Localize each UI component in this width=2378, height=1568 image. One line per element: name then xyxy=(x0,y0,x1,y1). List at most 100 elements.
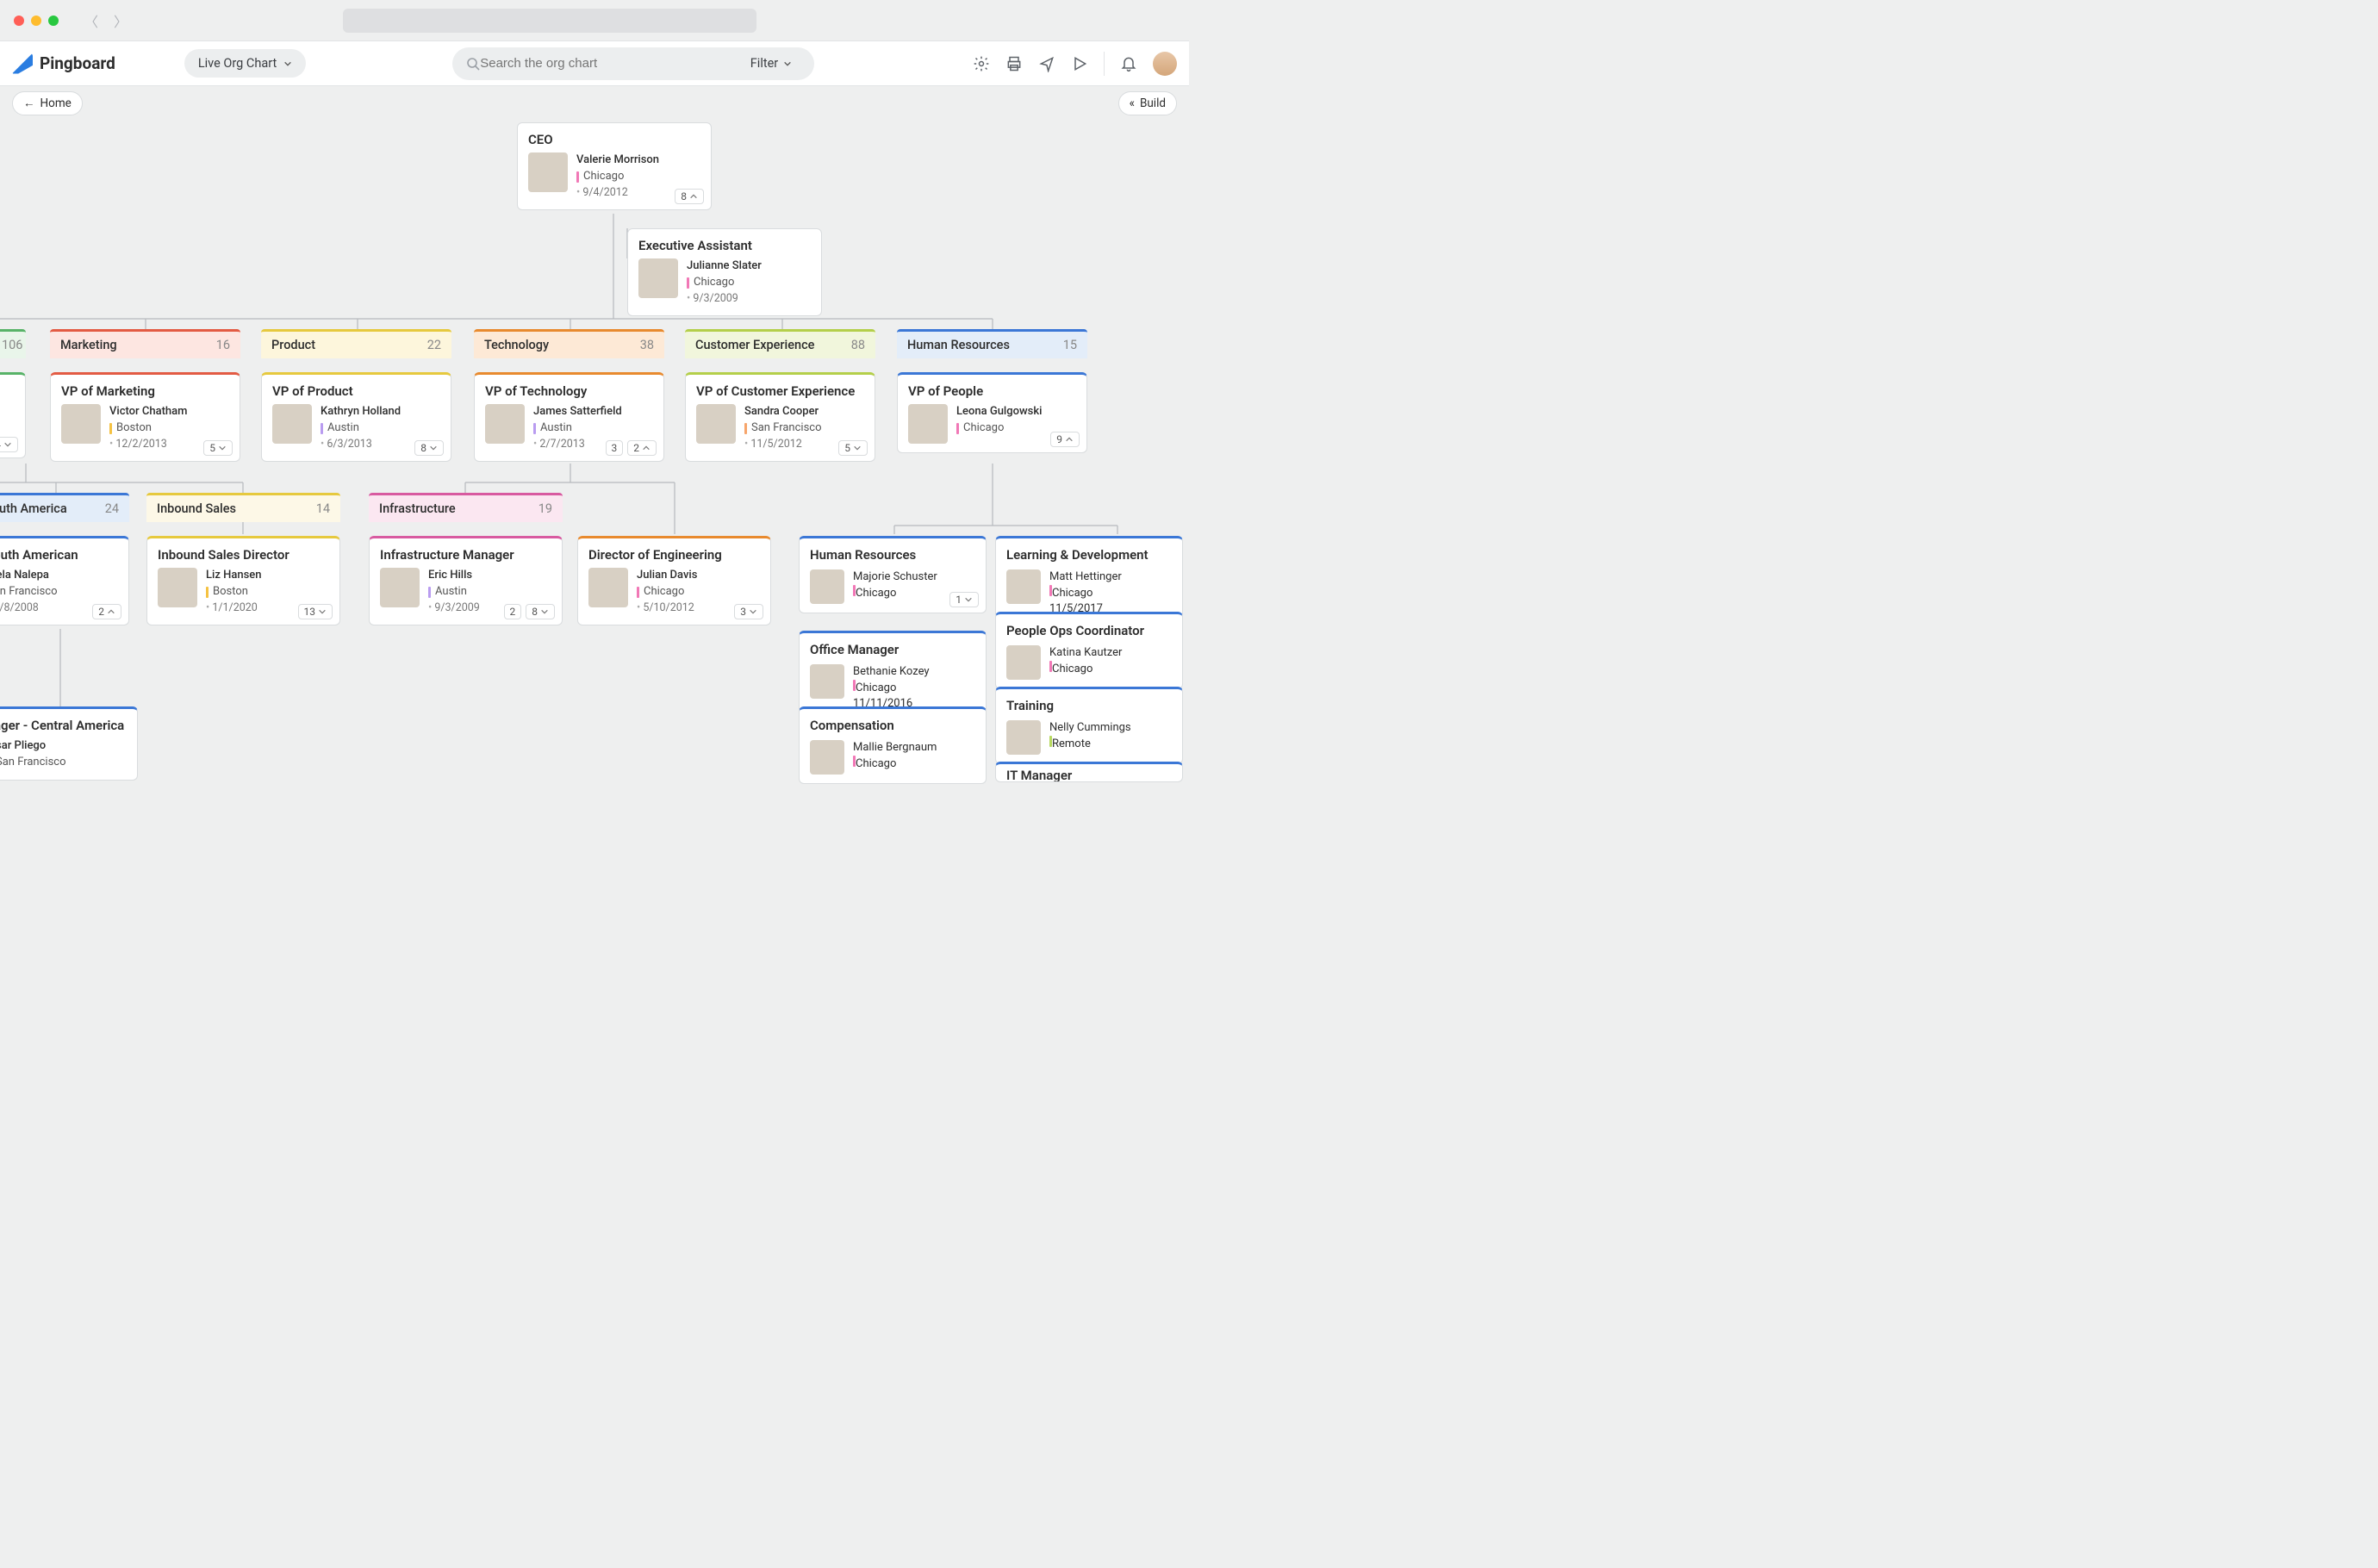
build-button[interactable]: « Build xyxy=(1118,91,1177,115)
person-card-people-ops[interactable]: People Ops Coordinator Katina Kautzer Ch… xyxy=(995,612,1183,689)
person-card-it-manager[interactable]: IT Manager xyxy=(995,762,1183,782)
arrow-left-icon: ← xyxy=(23,96,35,110)
maximize-window-icon[interactable] xyxy=(48,16,59,26)
person-card-compensation[interactable]: Compensation Mallie Bergnaum Chicago xyxy=(799,706,987,784)
person-card-vp-product[interactable]: VP of Product Kathryn Holland Austin 6/3… xyxy=(261,372,451,462)
dept-header-marketing[interactable]: Marketing16 xyxy=(50,329,240,358)
gear-icon[interactable] xyxy=(973,55,990,72)
person-card-infra-manager[interactable]: Infrastructure Manager Eric Hills Austin… xyxy=(369,536,563,625)
avatar xyxy=(810,664,844,699)
direct-reports-count[interactable]: 3 xyxy=(606,440,624,456)
person-card-ea[interactable]: Executive Assistant Julianne Slater Chic… xyxy=(627,228,822,316)
app-toolbar: Pingboard Live Org Chart Filter xyxy=(0,41,1189,86)
close-window-icon[interactable] xyxy=(14,16,24,26)
chevron-down-icon xyxy=(749,607,757,616)
forward-icon[interactable]: 〉 xyxy=(114,10,128,31)
location-indicator-icon xyxy=(533,423,536,434)
reports-toggle[interactable]: 3 xyxy=(734,604,763,619)
minimize-window-icon[interactable] xyxy=(31,16,41,26)
start-date: 9/3/2009 xyxy=(687,291,762,307)
person-card-vp-marketing[interactable]: VP of Marketing Victor Chatham Boston 12… xyxy=(50,372,240,462)
person-card-hr[interactable]: Human Resources Majorie Schuster Chicago… xyxy=(799,536,987,613)
reports-toggle[interactable]: 4 xyxy=(0,437,18,452)
chevron-up-icon xyxy=(642,444,651,452)
chevron-down-icon xyxy=(318,607,327,616)
role-title: CEO xyxy=(528,132,700,147)
start-date: 9/4/2012 xyxy=(576,185,659,201)
avatar xyxy=(61,404,101,444)
chevron-down-icon xyxy=(3,440,12,449)
person-card-vp-technology[interactable]: VP of Technology James Satterfield Austi… xyxy=(474,372,664,462)
location-indicator-icon xyxy=(956,423,959,434)
share-icon[interactable] xyxy=(1038,55,1055,72)
reports-toggle[interactable]: 8 xyxy=(526,604,555,619)
person-card-central-america[interactable]: ager - Central America sar Pliego San Fr… xyxy=(0,706,138,781)
home-button[interactable]: ← Home xyxy=(12,91,83,115)
avatar xyxy=(1006,569,1041,604)
dept-header-partial[interactable]: 106 xyxy=(0,329,26,358)
chevron-down-icon xyxy=(783,59,792,68)
direct-reports-count[interactable]: 2 xyxy=(504,604,522,619)
location-indicator-icon xyxy=(428,587,431,598)
person-card-vp-people[interactable]: VP of People Leona Gulgowski Chicago 9 xyxy=(897,372,1087,453)
avatar xyxy=(380,568,420,607)
reports-toggle[interactable]: 5 xyxy=(838,440,868,456)
person-card-vp-cx[interactable]: VP of Customer Experience Sandra Cooper … xyxy=(685,372,875,462)
reports-toggle[interactable]: 9 xyxy=(1050,432,1080,447)
chart-mode-dropdown[interactable]: Live Org Chart xyxy=(184,49,306,78)
person-name: Valerie Morrison xyxy=(576,152,659,169)
person-card-sa-director[interactable]: South American niela Nalepa San Francisc… xyxy=(0,536,129,625)
search-field[interactable]: Filter xyxy=(452,47,814,80)
org-chart-canvas[interactable]: CEO Valerie Morrison Chicago 9/4/2012 8 … xyxy=(0,121,1189,784)
location-label: Chicago xyxy=(583,169,624,185)
reports-toggle[interactable]: 1 xyxy=(949,592,979,607)
logo-icon xyxy=(12,53,33,74)
reports-toggle[interactable]: 8 xyxy=(675,189,704,204)
subdept-inbound-sales[interactable]: Inbound Sales14 xyxy=(146,493,340,522)
person-card-eng-director[interactable]: Director of Engineering Julian Davis Chi… xyxy=(577,536,771,625)
reports-toggle[interactable]: 13 xyxy=(298,604,333,619)
location-indicator-icon xyxy=(321,423,323,434)
dept-header-hr[interactable]: Human Resources15 xyxy=(897,329,1087,358)
avatar xyxy=(810,569,844,604)
chevron-down-icon xyxy=(540,607,549,616)
role-title: Executive Assistant xyxy=(638,238,811,253)
bell-icon[interactable] xyxy=(1120,55,1137,72)
location-indicator-icon xyxy=(687,277,689,289)
avatar xyxy=(1006,720,1041,755)
subdept-infrastructure[interactable]: Infrastructure19 xyxy=(369,493,563,522)
reports-toggle[interactable]: 2 xyxy=(627,440,657,456)
avatar xyxy=(908,404,948,444)
avatar xyxy=(1006,645,1041,680)
reports-toggle[interactable]: 2 xyxy=(92,604,121,619)
chevron-down-icon xyxy=(853,444,862,452)
person-card-inbound-director[interactable]: Inbound Sales Director Liz Hansen Boston… xyxy=(146,536,340,625)
avatar xyxy=(638,258,678,298)
avatar xyxy=(528,152,568,192)
back-icon[interactable]: 〈 xyxy=(84,10,98,31)
chevron-down-icon xyxy=(283,59,292,68)
filter-dropdown[interactable]: Filter xyxy=(750,56,792,71)
app-logo[interactable]: Pingboard xyxy=(12,53,115,74)
print-icon[interactable] xyxy=(1005,55,1023,72)
dept-header-cx[interactable]: Customer Experience88 xyxy=(685,329,875,358)
person-card-training[interactable]: Training Nelly Cummings Remote xyxy=(995,687,1183,764)
location-indicator-icon xyxy=(109,423,112,434)
person-card-partial[interactable]: 4 xyxy=(0,372,26,458)
chevron-up-icon xyxy=(107,607,115,616)
avatar xyxy=(485,404,525,444)
reports-toggle[interactable]: 8 xyxy=(414,440,444,456)
user-avatar[interactable] xyxy=(1153,52,1177,76)
search-input[interactable] xyxy=(480,56,750,71)
traffic-lights[interactable] xyxy=(14,16,59,26)
avatar xyxy=(696,404,736,444)
subdept-south-america[interactable]: South America24 xyxy=(0,493,129,522)
chevron-down-icon xyxy=(964,595,973,604)
person-card-ceo[interactable]: CEO Valerie Morrison Chicago 9/4/2012 8 xyxy=(517,122,712,210)
address-bar[interactable] xyxy=(343,9,756,33)
dept-header-product[interactable]: Product22 xyxy=(261,329,451,358)
app-name: Pingboard xyxy=(40,53,115,73)
play-icon[interactable] xyxy=(1071,55,1088,72)
dept-header-technology[interactable]: Technology38 xyxy=(474,329,664,358)
reports-toggle[interactable]: 5 xyxy=(203,440,233,456)
